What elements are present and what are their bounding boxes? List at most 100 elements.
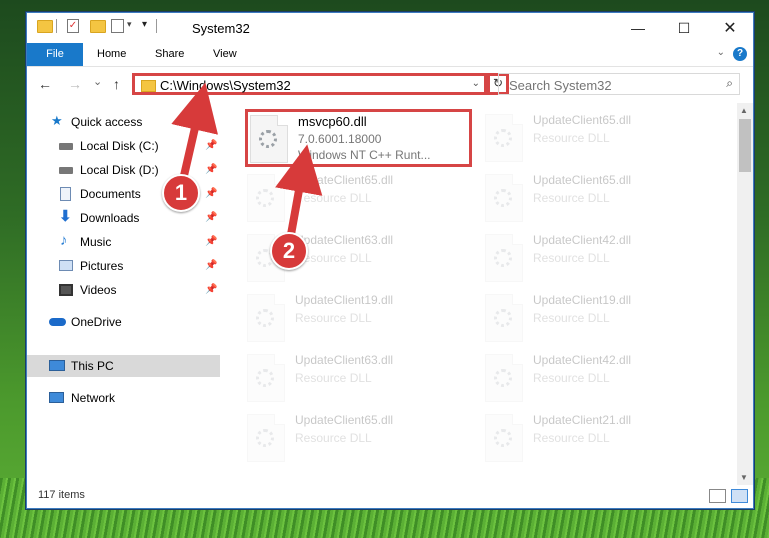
file-name: UpdateClient63.dll: [295, 353, 394, 367]
folder-icon: [141, 80, 156, 92]
file-item[interactable]: UpdateClient63.dll Resource DLL: [247, 351, 477, 409]
dll-file-icon: [485, 234, 523, 282]
dll-file-icon: [485, 114, 523, 162]
folder-icon: [37, 20, 53, 33]
chevron-down-icon[interactable]: ⌄: [472, 78, 480, 89]
download-icon: ⬇: [59, 208, 72, 225]
sidebar-item-label: Documents: [80, 187, 141, 201]
pin-icon[interactable]: 📌: [205, 255, 217, 277]
gear-icon: [494, 369, 512, 387]
file-item[interactable]: UpdateClient65.dll Resource DLL: [485, 171, 715, 229]
address-row: ← → ⌄ ↑ C:\Windows\System32 ⌄ ↻ ⌕: [27, 67, 753, 101]
file-item[interactable]: UpdateClient21.dll Resource DLL: [485, 411, 715, 469]
file-name: UpdateClient65.dll: [533, 113, 632, 127]
file-type: Resource DLL: [533, 131, 610, 145]
sidebar-item-label: Local Disk (D:): [80, 163, 159, 177]
sidebar-item-network[interactable]: Network: [27, 387, 220, 409]
file-item[interactable]: UpdateClient42.dll Resource DLL: [485, 231, 715, 289]
sidebar-item-videos[interactable]: Videos 📌: [27, 279, 220, 301]
sidebar-item-pictures[interactable]: Pictures 📌: [27, 255, 220, 277]
file-name: UpdateClient19.dll: [533, 293, 632, 307]
scroll-up-icon[interactable]: ▲: [740, 106, 748, 115]
sidebar-item-label: Music: [80, 235, 112, 249]
forward-button[interactable]: →: [68, 76, 82, 92]
pin-icon[interactable]: 📌: [205, 279, 217, 301]
file-item[interactable]: UpdateClient65.dll Resource DLL: [247, 411, 477, 469]
file-description: Windows NT C++ Runt...: [298, 148, 431, 162]
tab-file[interactable]: File: [27, 43, 83, 66]
file-name: msvcp60.dll: [298, 114, 367, 129]
minimize-button[interactable]: —: [615, 13, 661, 43]
search-input[interactable]: [507, 76, 711, 94]
up-button[interactable]: ↑: [113, 76, 120, 92]
gear-icon: [256, 309, 274, 327]
new-folder-icon[interactable]: [90, 20, 106, 33]
file-name: UpdateClient42.dll: [533, 353, 632, 367]
file-name: UpdateClient21.dll: [533, 413, 632, 427]
file-item[interactable]: UpdateClient19.dll Resource DLL: [485, 291, 715, 349]
music-icon: ♪: [60, 232, 68, 249]
properties-icon[interactable]: ✓: [67, 19, 79, 33]
sidebar-item-this-pc[interactable]: This PC: [27, 355, 220, 377]
address-bar[interactable]: C:\Windows\System32 ⌄: [132, 73, 487, 95]
file-item[interactable]: msvcp60.dll 7.0.6001.18000 Windows NT C+…: [250, 112, 480, 170]
gear-icon: [494, 309, 512, 327]
gear-icon: [494, 429, 512, 447]
file-item[interactable]: UpdateClient19.dll Resource DLL: [247, 291, 477, 349]
tab-share[interactable]: Share: [155, 43, 184, 66]
sidebar-item-local-disk-c[interactable]: Local Disk (C:) 📌: [27, 135, 220, 157]
file-name: UpdateClient42.dll: [533, 233, 632, 247]
tiles-view-icon[interactable]: [731, 489, 748, 503]
dll-file-icon: [250, 115, 288, 163]
file-type: Resource DLL: [533, 431, 610, 445]
tab-view[interactable]: View: [213, 43, 237, 66]
file-type: Resource DLL: [533, 191, 610, 205]
gear-icon: [494, 189, 512, 207]
scroll-down-icon[interactable]: ▼: [740, 473, 748, 482]
tab-home[interactable]: Home: [97, 43, 126, 66]
sidebar-item-quick-access[interactable]: ★ Quick access: [27, 111, 220, 133]
file-name: UpdateClient65.dll: [533, 173, 632, 187]
file-item[interactable]: UpdateClient42.dll Resource DLL: [485, 351, 715, 409]
sidebar-item-label: Downloads: [80, 211, 140, 225]
customize-icon[interactable]: [111, 19, 124, 33]
quick-access-toolbar-dropdown[interactable]: ▾: [142, 19, 147, 30]
pin-icon[interactable]: 📌: [205, 159, 217, 181]
file-item[interactable]: UpdateClient65.dll Resource DLL: [485, 111, 715, 169]
chevron-down-icon[interactable]: ▾: [127, 19, 132, 30]
help-icon[interactable]: ?: [733, 47, 747, 61]
status-bar: 117 items: [27, 485, 753, 508]
vertical-scrollbar[interactable]: ▲ ▼: [737, 103, 753, 485]
dll-file-icon: [247, 354, 285, 402]
expand-ribbon-icon[interactable]: ⌄: [717, 47, 725, 58]
search-icon[interactable]: ⌕: [726, 76, 733, 91]
sidebar-item-music[interactable]: ♪ Music 📌: [27, 231, 220, 253]
details-view-icon[interactable]: [709, 489, 726, 503]
pin-icon[interactable]: 📌: [205, 135, 217, 157]
recent-locations-button[interactable]: ⌄: [93, 75, 102, 88]
pin-icon[interactable]: 📌: [205, 183, 217, 205]
search-box[interactable]: ⌕: [498, 73, 740, 95]
file-type: Resource DLL: [295, 191, 372, 205]
sidebar-item-downloads[interactable]: ⬇ Downloads 📌: [27, 207, 220, 229]
computer-icon: [49, 360, 65, 371]
window-title: System32: [192, 21, 250, 36]
pin-icon[interactable]: 📌: [205, 207, 217, 229]
file-item-msvcp60[interactable]: msvcp60.dll 7.0.6001.18000 Windows NT C+…: [245, 109, 472, 167]
gear-icon: [256, 429, 274, 447]
maximize-button[interactable]: ☐: [661, 13, 707, 43]
gear-icon: [256, 189, 274, 207]
close-button[interactable]: ✕: [707, 13, 753, 43]
scrollbar-thumb[interactable]: [739, 119, 751, 172]
sidebar-item-label: This PC: [71, 359, 114, 373]
navigation-pane: ★ Quick access Local Disk (C:) 📌 Local D…: [27, 103, 220, 483]
pin-icon[interactable]: 📌: [205, 231, 217, 253]
pictures-icon: [59, 260, 73, 271]
back-button[interactable]: ←: [38, 76, 52, 92]
file-item[interactable]: UpdateClient65.dll Resource DLL: [247, 171, 477, 229]
file-explorer-window: ✓ ▾ ▾ System32 — ☐ ✕ File Home Share Vie…: [26, 12, 754, 509]
sidebar-item-onedrive[interactable]: OneDrive: [27, 311, 220, 333]
file-name: UpdateClient65.dll: [295, 173, 394, 187]
address-path[interactable]: C:\Windows\System32: [160, 78, 291, 93]
documents-icon: [60, 187, 71, 201]
